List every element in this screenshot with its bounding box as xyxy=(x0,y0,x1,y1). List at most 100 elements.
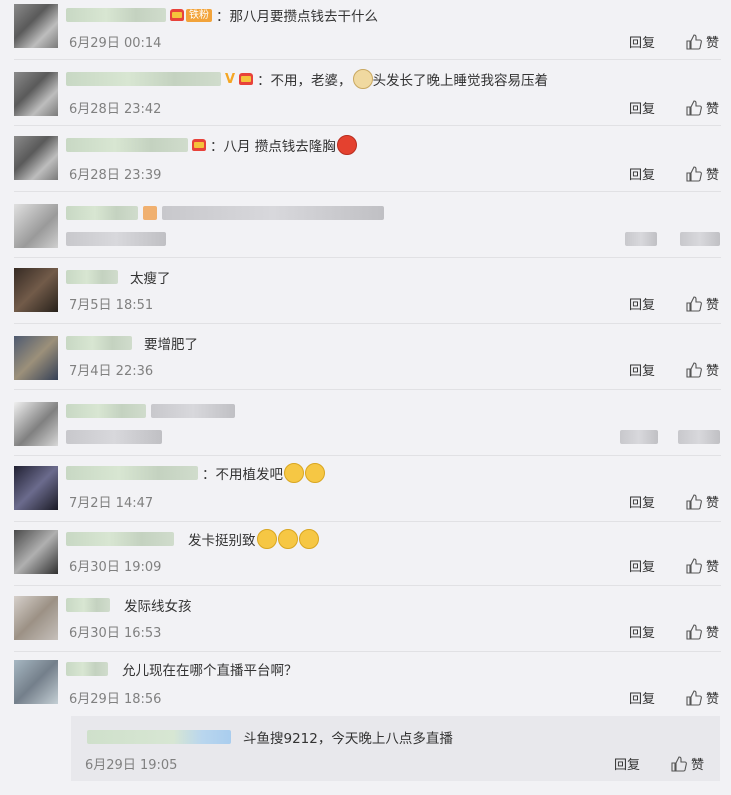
comment-item: 太瘦了 7月5日 18:51 回复 赞 xyxy=(0,258,731,324)
reply-button[interactable]: 回复 xyxy=(629,688,655,707)
like-button[interactable]: 赞 xyxy=(686,688,719,707)
avatar[interactable] xyxy=(14,466,58,510)
like-label: 赞 xyxy=(705,102,719,117)
reply-button[interactable]: 回复 xyxy=(629,294,655,313)
thumbs-up-icon xyxy=(686,295,702,312)
crown-icon xyxy=(170,9,184,21)
reply-button[interactable]: 回复 xyxy=(629,98,655,117)
like-label: 赞 xyxy=(705,298,719,313)
like-button[interactable]: 赞 xyxy=(686,32,719,51)
avatar[interactable] xyxy=(14,660,58,704)
reply-button[interactable] xyxy=(625,231,657,246)
sweat-emoji-icon xyxy=(305,463,325,483)
like-button[interactable]: 赞 xyxy=(686,164,719,183)
comment-text: 允儿现在在哪个直播平台啊？ xyxy=(122,663,298,679)
thumbs-up-icon xyxy=(686,557,702,574)
like-label: 赞 xyxy=(705,36,719,51)
reply-button[interactable]: 回复 xyxy=(629,492,655,511)
comment-text xyxy=(162,205,385,220)
timestamp: 6月30日 19:09 xyxy=(69,560,162,575)
comment-text: ：不用植发吧 xyxy=(202,467,283,483)
verified-icon: V xyxy=(225,71,236,87)
like-button[interactable]: 赞 xyxy=(686,622,719,641)
reply-button[interactable]: 回复 xyxy=(629,32,655,51)
username[interactable] xyxy=(66,662,108,676)
fan-badge: 铁粉 xyxy=(186,8,212,22)
comment-item xyxy=(0,192,731,258)
like-button[interactable]: 赞 xyxy=(671,754,704,773)
username[interactable] xyxy=(87,730,231,744)
thinking-emoji-icon xyxy=(284,463,304,483)
username[interactable] xyxy=(66,466,198,480)
comment-text: 发卡挺别致 xyxy=(188,533,256,549)
username[interactable] xyxy=(66,336,132,350)
reply-button[interactable]: 回复 xyxy=(629,164,655,183)
reply-button[interactable]: 回复 xyxy=(614,754,640,773)
like-label: 赞 xyxy=(705,626,719,641)
comment-item: V ：不用，老婆， 头发长了晚上睡觉我容易压着 6月28日 23:42 回复 赞 xyxy=(0,60,731,126)
timestamp xyxy=(66,231,166,246)
username[interactable] xyxy=(66,532,174,546)
thumbs-up-icon xyxy=(686,99,702,116)
comment-text: 太瘦了 xyxy=(130,271,171,287)
reply-button[interactable]: 回复 xyxy=(629,360,655,379)
comment-item: 铁粉 ：那八月要攒点钱去干什么 6月29日 00:14 回复 赞 xyxy=(0,0,731,60)
comment-item: ：不用植发吧 7月2日 14:47 回复 赞 xyxy=(0,456,731,522)
like-label: 赞 xyxy=(705,496,719,511)
timestamp: 7月5日 18:51 xyxy=(69,298,154,313)
comment-text: ：八月 攒点钱去隆胸 xyxy=(210,139,336,155)
thumbs-up-icon xyxy=(686,493,702,510)
hug-emoji-icon xyxy=(277,529,298,549)
hug-emoji-icon xyxy=(256,529,277,549)
username[interactable] xyxy=(66,72,221,86)
comment-item: ：八月 攒点钱去隆胸 6月28日 23:39 回复 赞 xyxy=(0,126,731,192)
comment-item: 发卡挺别致 6月30日 19:09 回复 赞 xyxy=(0,522,731,586)
comment-text: ：那八月要攒点钱去干什么 xyxy=(216,9,378,25)
reply-button[interactable]: 回复 xyxy=(629,622,655,641)
like-button[interactable]: 赞 xyxy=(686,360,719,379)
username[interactable] xyxy=(66,138,188,152)
thumbs-up-icon xyxy=(686,165,702,182)
avatar[interactable] xyxy=(14,4,58,48)
sub-reply: 斗鱼搜9212，今天晚上八点多直播 6月29日 19:05 回复 赞 xyxy=(71,716,720,781)
avatar[interactable] xyxy=(14,402,58,446)
like-button[interactable]: 赞 xyxy=(686,294,719,313)
badge-icon xyxy=(143,205,158,220)
like-label: 赞 xyxy=(705,168,719,183)
username[interactable] xyxy=(66,403,146,418)
reply-button[interactable]: 回复 xyxy=(629,556,655,575)
timestamp: 6月29日 00:14 xyxy=(69,36,162,51)
timestamp xyxy=(66,429,162,444)
avatar[interactable] xyxy=(14,72,58,116)
thumbs-up-icon xyxy=(686,361,702,378)
comment-text: 要增肥了 xyxy=(144,337,198,353)
like-button[interactable]: 赞 xyxy=(686,556,719,575)
like-button[interactable]: 赞 xyxy=(686,98,719,117)
like-button[interactable] xyxy=(678,429,720,444)
username[interactable] xyxy=(66,270,118,284)
avatar[interactable] xyxy=(14,268,58,312)
thumbs-up-icon xyxy=(671,755,687,772)
username[interactable] xyxy=(66,598,110,612)
like-label: 赞 xyxy=(705,364,719,379)
thumbs-up-icon xyxy=(686,33,702,50)
like-button[interactable]: 赞 xyxy=(686,492,719,511)
thumbs-up-icon xyxy=(686,623,702,640)
avatar[interactable] xyxy=(14,530,58,574)
avatar[interactable] xyxy=(14,204,58,248)
reply-text: 斗鱼搜9212，今天晚上八点多直播 xyxy=(243,731,453,747)
doge-emoji-icon xyxy=(352,69,373,89)
like-button[interactable] xyxy=(680,231,720,246)
avatar[interactable] xyxy=(14,336,58,380)
avatar[interactable] xyxy=(14,136,58,180)
timestamp: 6月29日 19:05 xyxy=(85,758,178,773)
reply-button[interactable] xyxy=(620,429,658,444)
thumbs-up-icon xyxy=(686,689,702,706)
username[interactable] xyxy=(66,8,166,22)
like-label: 赞 xyxy=(705,692,719,707)
avatar[interactable] xyxy=(14,596,58,640)
angry-emoji-icon xyxy=(336,135,357,155)
username[interactable] xyxy=(66,205,138,220)
timestamp: 6月29日 18:56 xyxy=(69,692,162,707)
like-label: 赞 xyxy=(705,560,719,575)
